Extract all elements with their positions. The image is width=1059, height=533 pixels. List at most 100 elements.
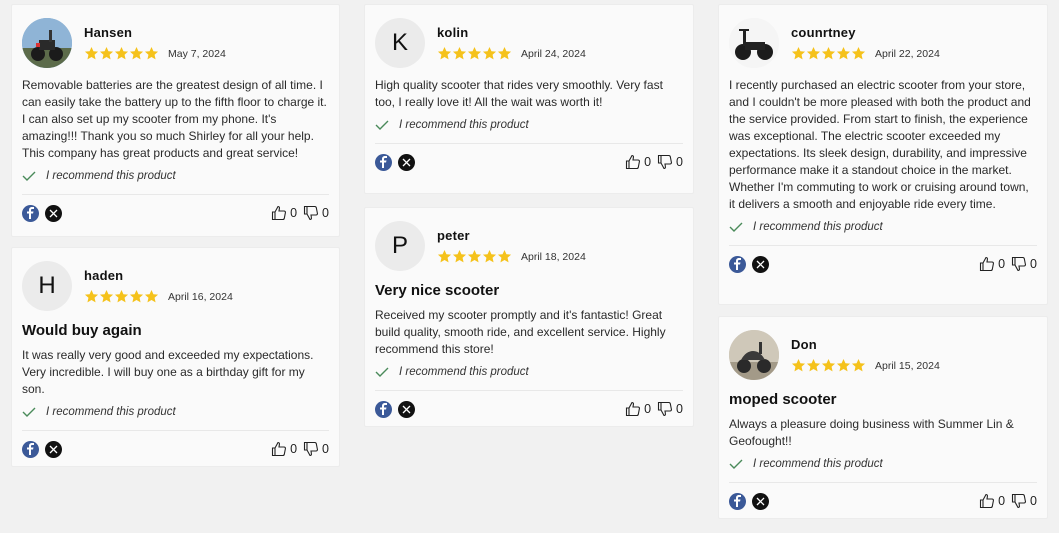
like-button[interactable]: 0 — [979, 493, 1005, 509]
star-icon — [806, 46, 821, 60]
facebook-share-icon[interactable] — [375, 400, 392, 418]
avatar: K — [375, 18, 425, 68]
star-icon — [821, 358, 836, 372]
facebook-share-icon[interactable] — [729, 492, 746, 510]
star-icon — [437, 46, 452, 60]
star-rating — [791, 46, 866, 61]
star-rating — [84, 289, 159, 304]
star-rating — [437, 46, 512, 61]
dislike-button[interactable]: 0 — [1011, 493, 1037, 509]
scooter-photo-icon — [729, 18, 779, 68]
review-date: April 16, 2024 — [168, 290, 233, 303]
facebook-share-icon[interactable] — [22, 440, 39, 458]
recommend-text: I recommend this product — [399, 119, 529, 131]
star-icon — [452, 249, 467, 263]
dislike-count: 0 — [676, 402, 683, 416]
star-icon — [806, 358, 821, 372]
reviewer-name: counrtney — [791, 25, 856, 40]
thumbs-up-icon — [272, 441, 287, 457]
check-icon — [729, 459, 743, 469]
star-icon — [791, 46, 806, 60]
recommend-text: I recommend this product — [46, 170, 176, 182]
x-share-icon[interactable] — [752, 255, 769, 273]
review-title: Very nice scooter — [375, 282, 500, 299]
recommend-line: I recommend this product — [729, 221, 1037, 233]
star-icon — [836, 358, 851, 372]
star-rating — [791, 358, 866, 373]
facebook-share-icon[interactable] — [729, 255, 746, 273]
x-share-icon[interactable] — [398, 400, 415, 418]
recommend-line: I recommend this product — [22, 406, 329, 418]
star-icon — [84, 289, 99, 303]
dislike-button[interactable]: 0 — [303, 205, 329, 221]
reviewer-name: haden — [84, 268, 124, 283]
review-card: counrtney April 22, 2024 I recently purc… — [718, 4, 1048, 305]
avatar-letter: K — [391, 29, 408, 56]
review-body: Received my scooter promptly and it's fa… — [375, 308, 666, 356]
like-button[interactable]: 0 — [625, 401, 651, 417]
x-share-icon[interactable] — [752, 492, 769, 510]
review-card: Don April 15, 2024 moped scooter Always … — [718, 316, 1048, 519]
review-date: April 22, 2024 — [875, 47, 940, 60]
star-icon — [144, 289, 159, 303]
recommend-text: I recommend this product — [753, 458, 883, 470]
check-icon — [375, 120, 389, 130]
review-date: May 7, 2024 — [168, 47, 226, 60]
thumbs-down-icon — [1011, 256, 1027, 272]
like-button[interactable]: 0 — [271, 441, 297, 457]
star-icon — [497, 249, 512, 263]
avatar — [729, 18, 779, 68]
dislike-button[interactable]: 0 — [657, 401, 683, 417]
dislike-button[interactable]: 0 — [657, 154, 683, 170]
thumbs-up-icon — [980, 493, 995, 509]
avatar-letter: H — [38, 272, 56, 299]
star-icon — [437, 249, 452, 263]
recommend-text: I recommend this product — [753, 221, 883, 233]
like-button[interactable]: 0 — [625, 154, 651, 170]
x-share-icon[interactable] — [45, 440, 62, 458]
check-icon — [729, 222, 743, 232]
dislike-button[interactable]: 0 — [303, 441, 329, 457]
star-icon — [452, 46, 467, 60]
star-rating — [437, 249, 512, 264]
review-date: April 24, 2024 — [521, 47, 586, 60]
x-share-icon[interactable] — [398, 153, 415, 171]
reviewer-name: kolin — [437, 25, 469, 40]
star-icon — [821, 46, 836, 60]
recommend-line: I recommend this product — [375, 366, 683, 378]
like-button[interactable]: 0 — [271, 205, 297, 221]
avatar — [22, 18, 72, 68]
avatar: H — [22, 261, 72, 311]
thumbs-up-icon — [980, 256, 995, 272]
star-icon — [99, 46, 114, 60]
dislike-count: 0 — [1030, 257, 1037, 271]
like-button[interactable]: 0 — [979, 256, 1005, 272]
thumbs-up-icon — [626, 401, 641, 417]
reviewer-name: peter — [437, 228, 470, 243]
dislike-button[interactable]: 0 — [1011, 256, 1037, 272]
star-icon — [129, 289, 144, 303]
avatar — [729, 330, 779, 380]
facebook-share-icon[interactable] — [375, 153, 392, 171]
review-card: Hansen May 7, 2024 Removable batteries a… — [11, 4, 340, 237]
review-body: It was really very good and exceeded my … — [22, 348, 314, 396]
review-body: High quality scooter that rides very smo… — [375, 78, 663, 109]
like-count: 0 — [998, 494, 1006, 508]
star-icon — [791, 358, 806, 372]
dislike-count: 0 — [676, 155, 683, 169]
check-icon — [375, 367, 389, 377]
facebook-share-icon[interactable] — [22, 204, 39, 222]
review-body: Always a pleasure doing business with Su… — [729, 417, 1014, 448]
recommend-line: I recommend this product — [375, 119, 683, 131]
review-card: K kolin April 24, 2024 High quality scoo… — [364, 4, 694, 194]
check-icon — [22, 407, 36, 417]
review-title: moped scooter — [729, 391, 837, 408]
review-card: H haden April 16, 2024 Would buy again I… — [11, 247, 340, 467]
x-share-icon[interactable] — [45, 204, 62, 222]
like-count: 0 — [644, 402, 652, 416]
thumbs-down-icon — [303, 205, 319, 221]
reviewer-name: Hansen — [84, 25, 133, 40]
scooter-photo-icon — [22, 18, 72, 68]
star-icon — [144, 46, 159, 60]
review-date: April 18, 2024 — [521, 250, 586, 263]
